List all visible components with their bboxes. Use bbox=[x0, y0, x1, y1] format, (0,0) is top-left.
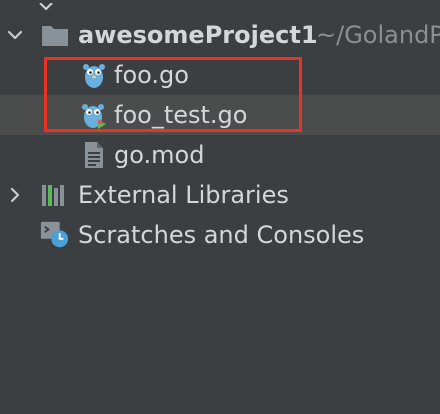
chevron-right-icon[interactable] bbox=[4, 184, 26, 206]
scratches-icon bbox=[40, 220, 70, 250]
file-text-icon bbox=[79, 140, 109, 170]
folder-icon bbox=[40, 20, 70, 50]
gopher-icon bbox=[79, 60, 109, 90]
project-root-row[interactable]: awesomeProject1 ~/GolandP bbox=[0, 15, 440, 55]
scratches-label: Scratches and Consoles bbox=[78, 221, 365, 249]
project-tree-panel: awesomeProject1 ~/GolandP foo.go foo_tes… bbox=[0, 0, 440, 414]
partial-row-above bbox=[0, 0, 440, 12]
project-path: ~/GolandP bbox=[316, 21, 440, 49]
file-row-foo-test-go[interactable]: foo_test.go bbox=[0, 95, 440, 135]
partial-glyph bbox=[39, 2, 53, 11]
file-name: go.mod bbox=[114, 141, 205, 169]
external-libraries-row[interactable]: External Libraries bbox=[0, 175, 440, 215]
scratches-row[interactable]: Scratches and Consoles bbox=[0, 215, 440, 255]
file-row-go-mod[interactable]: go.mod bbox=[0, 135, 440, 175]
file-name: foo.go bbox=[114, 61, 189, 89]
file-row-foo-go[interactable]: foo.go bbox=[0, 55, 440, 95]
project-name: awesomeProject1 bbox=[78, 21, 318, 49]
libraries-icon bbox=[40, 180, 70, 210]
file-name: foo_test.go bbox=[114, 101, 248, 129]
chevron-down-icon[interactable] bbox=[4, 24, 26, 46]
gopher-test-icon bbox=[79, 100, 109, 130]
external-libraries-label: External Libraries bbox=[78, 181, 289, 209]
